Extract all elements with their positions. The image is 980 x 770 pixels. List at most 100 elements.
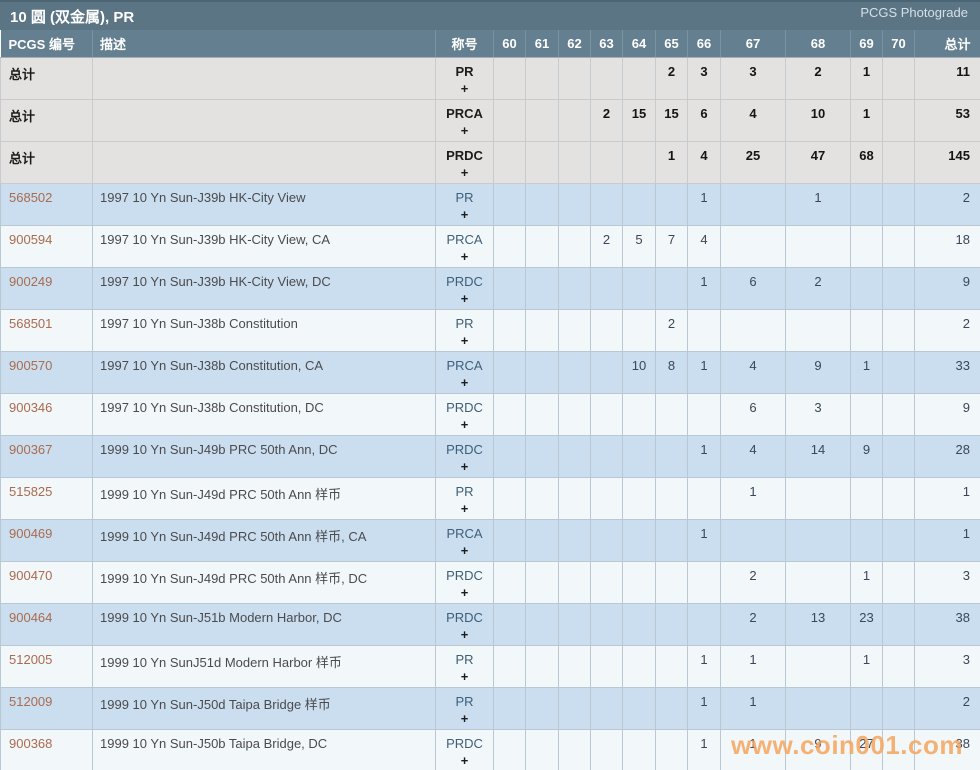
grade-60-count-cell xyxy=(493,686,526,730)
plus-grade-toggle[interactable]: + xyxy=(437,500,493,517)
plus-grade-toggle[interactable]: + xyxy=(437,122,493,139)
grade-67-count-cell: 2 xyxy=(720,560,786,604)
pcgs-number-cell: 515825 xyxy=(0,476,93,520)
grade-66-count-cell xyxy=(687,392,721,436)
plus-grade-toggle[interactable]: + xyxy=(437,752,493,769)
description-cell xyxy=(92,98,436,142)
pcgs-number-link[interactable]: 900368 xyxy=(9,736,52,751)
plus-grade-toggle[interactable]: + xyxy=(437,458,493,475)
grade-67-count-cell xyxy=(720,518,786,562)
designation-label: PR xyxy=(455,483,474,499)
total-row: 总计 PRCA +2 15 15 6 4 10 1 53 xyxy=(0,98,980,142)
grade-62-count-cell xyxy=(558,98,591,142)
grade-63-count-cell xyxy=(590,686,623,730)
description-cell: 1999 10 Yn Sun-J49d PRC 50th Ann 样币, CA xyxy=(92,518,436,562)
grade-66-count-cell: 4 xyxy=(687,140,721,184)
designation-label: PRDC xyxy=(446,147,483,163)
row-total-count-cell: 38 xyxy=(914,728,980,770)
grade-70-count-cell xyxy=(882,476,915,520)
description-cell xyxy=(92,140,436,184)
grade-62-count-cell xyxy=(558,560,591,604)
pcgs-number-cell: 900469 xyxy=(0,518,93,562)
grade-65-count-cell xyxy=(655,392,688,436)
grade-68-count-cell xyxy=(785,686,851,730)
designation-cell: PRDC + xyxy=(435,140,494,184)
grade-66-count-cell: 1 xyxy=(687,182,721,226)
description-cell: 1999 10 Yn Sun-J49d PRC 50th Ann 样币, DC xyxy=(92,560,436,604)
pcgs-number-link[interactable]: 568501 xyxy=(9,316,52,331)
pcgs-number-cell: 568501 xyxy=(0,308,93,352)
pcgs-number-link[interactable]: 900367 xyxy=(9,442,52,457)
plus-grade-toggle[interactable]: + xyxy=(437,542,493,559)
grade-64-count-cell: 5 xyxy=(622,224,656,268)
designation-cell: PRDC + xyxy=(435,560,494,604)
plus-grade-toggle[interactable]: + xyxy=(437,290,493,307)
pcgs-number-link[interactable]: 900249 xyxy=(9,274,52,289)
pcgs-number-link[interactable]: 512005 xyxy=(9,652,52,667)
grade-69-count-cell xyxy=(850,182,883,226)
pcgs-photograde-link[interactable]: PCGS Photograde xyxy=(860,5,968,20)
grade-63-count-cell xyxy=(590,518,623,562)
grade-61-count-cell xyxy=(525,224,559,268)
grade-67-count-cell: 1 xyxy=(720,476,786,520)
pcgs-number-link[interactable]: 900464 xyxy=(9,610,52,625)
plus-grade-toggle[interactable]: + xyxy=(437,248,493,265)
pcgs-number-link[interactable]: 900594 xyxy=(9,232,52,247)
grade-61-count-cell xyxy=(525,476,559,520)
description-cell: 1997 10 Yn Sun-J38b Constitution, DC xyxy=(92,392,436,436)
grade-63-count-cell xyxy=(590,560,623,604)
grade-60-count-cell xyxy=(493,392,526,436)
pcgs-number-link[interactable]: 900469 xyxy=(9,526,52,541)
grade-62-count-cell xyxy=(558,644,591,688)
row-total-count-cell: 1 xyxy=(914,476,980,520)
grade-66-count-cell: 1 xyxy=(687,728,721,770)
plus-grade-toggle[interactable]: + xyxy=(437,710,493,727)
grade-62-count-cell xyxy=(558,56,591,100)
pcgs-number-link[interactable]: 512009 xyxy=(9,694,52,709)
grade-63-count-cell xyxy=(590,266,623,310)
pcgs-number-link[interactable]: 568502 xyxy=(9,190,52,205)
plus-grade-toggle[interactable]: + xyxy=(437,584,493,601)
plus-grade-toggle[interactable]: + xyxy=(437,374,493,391)
grade-67-count-cell: 6 xyxy=(720,266,786,310)
grade-61-count-cell xyxy=(525,602,559,646)
row-total-count-cell: 28 xyxy=(914,434,980,478)
grade-68-count-cell: 9 xyxy=(785,728,851,770)
plus-grade-toggle[interactable]: + xyxy=(437,668,493,685)
grade-64-count-cell xyxy=(622,560,656,604)
grade-69-count-cell: 1 xyxy=(850,98,883,142)
grade-60-count-cell xyxy=(493,728,526,770)
grade-62-count-cell xyxy=(558,686,591,730)
grade-61-count-cell xyxy=(525,182,559,226)
grade-65-count-cell: 2 xyxy=(655,56,688,100)
row-total-count-cell: 9 xyxy=(914,392,980,436)
designation-label: PRDC xyxy=(446,567,483,583)
grade-68-count-cell xyxy=(785,476,851,520)
designation-cell: PRDC + xyxy=(435,602,494,646)
pcgs-number-link[interactable]: 900570 xyxy=(9,358,52,373)
plus-grade-toggle[interactable]: + xyxy=(437,80,493,97)
plus-grade-toggle[interactable]: + xyxy=(437,626,493,643)
row-total-count-cell: 53 xyxy=(914,98,980,142)
coin-row: 900469 1999 10 Yn Sun-J49d PRC 50th Ann 样… xyxy=(0,518,980,562)
coin-row: 900470 1999 10 Yn Sun-J49d PRC 50th Ann 样… xyxy=(0,560,980,604)
pcgs-number-link[interactable]: 900346 xyxy=(9,400,52,415)
designation-label: PRDC xyxy=(446,609,483,625)
pcgs-number-link[interactable]: 900470 xyxy=(9,568,52,583)
pcgs-number-cell: 900346 xyxy=(0,392,93,436)
header-grade-67: 67 xyxy=(720,30,786,58)
total-row: 总计 PRDC +1 4 25 47 68 145 xyxy=(0,140,980,184)
pcgs-number-link[interactable]: 515825 xyxy=(9,484,52,499)
grade-66-count-cell xyxy=(687,602,721,646)
designation-cell: PRDC + xyxy=(435,392,494,436)
grade-62-count-cell xyxy=(558,476,591,520)
designation-label: PRDC xyxy=(446,441,483,457)
plus-grade-toggle[interactable]: + xyxy=(437,206,493,223)
designation-cell: PRDC + xyxy=(435,728,494,770)
total-row-label: 总计 xyxy=(0,140,93,184)
plus-grade-toggle[interactable]: + xyxy=(437,332,493,349)
header-grade-63: 63 xyxy=(590,30,623,58)
plus-grade-toggle[interactable]: + xyxy=(437,164,493,181)
plus-grade-toggle[interactable]: + xyxy=(437,416,493,433)
grade-66-count-cell: 6 xyxy=(687,98,721,142)
